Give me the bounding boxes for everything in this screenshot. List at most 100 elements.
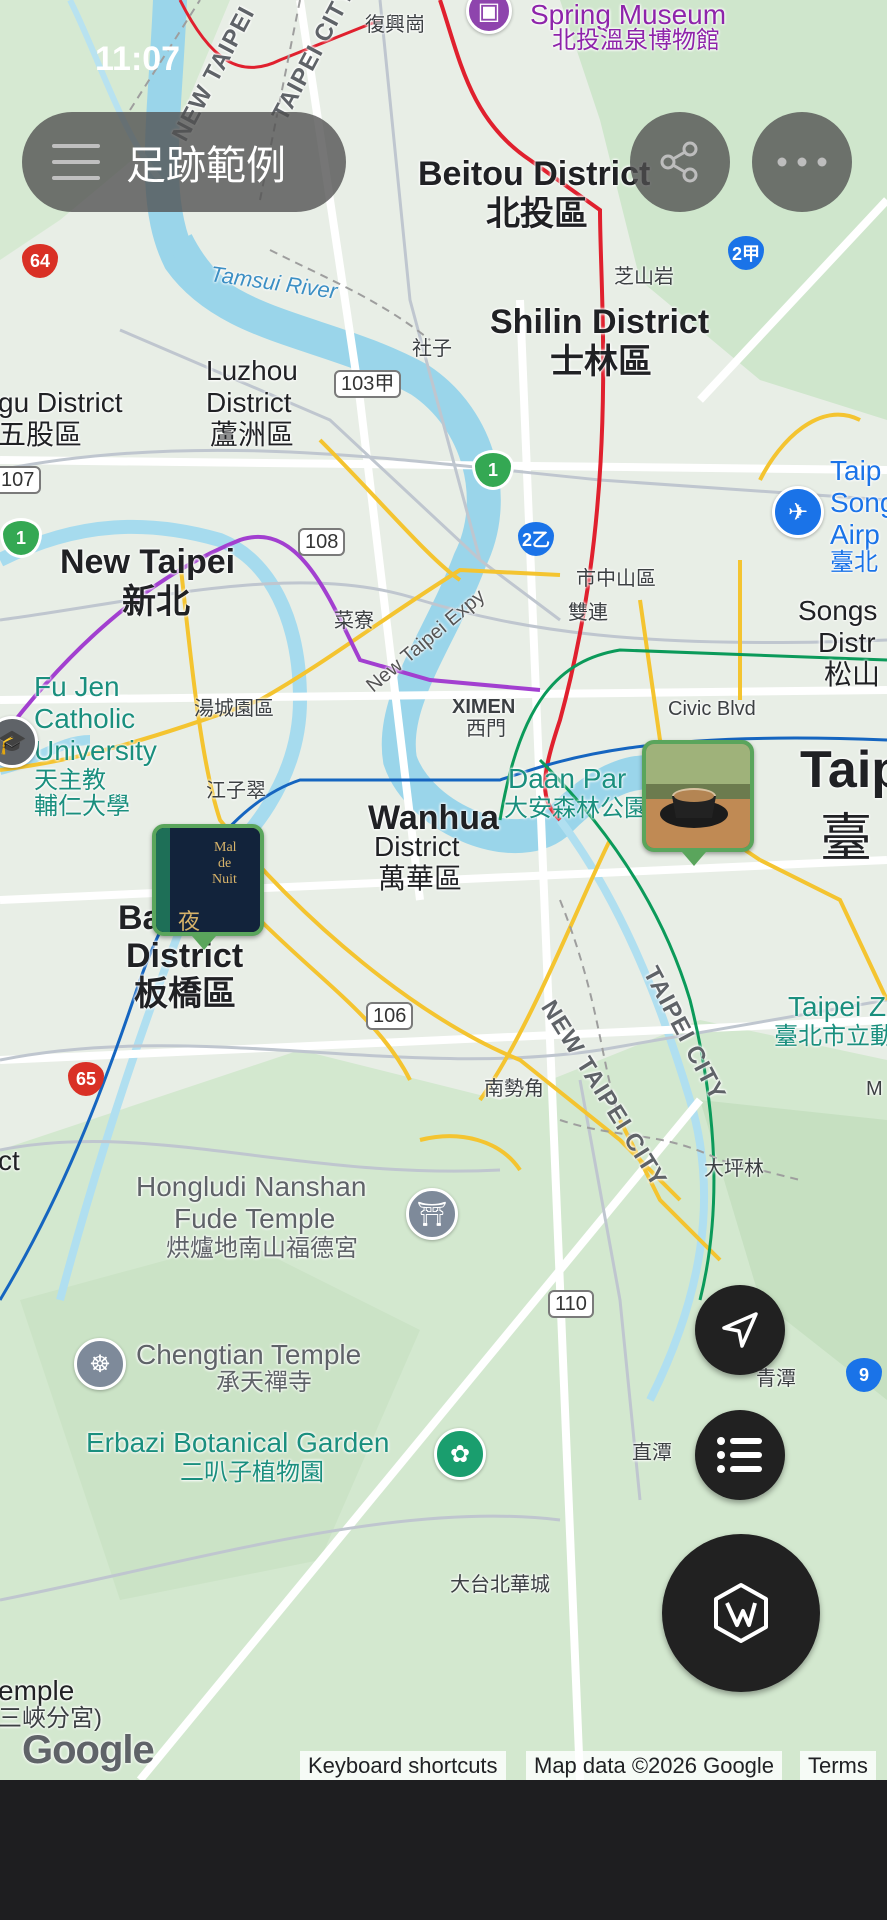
fujen-zh1-label: 天主教: [34, 767, 106, 794]
songshan-en2-label: Distr: [818, 627, 876, 658]
civic-blvd-label: Civic Blvd: [668, 698, 756, 720]
taipei-zh-label: 臺: [820, 810, 873, 868]
erbazi-zh-label: 二叭子植物園: [180, 1459, 324, 1486]
banqiao-zh-label: 板橋區: [134, 975, 236, 1013]
wugu-district-label: gu District: [0, 387, 123, 418]
locate-button[interactable]: [695, 1285, 785, 1375]
beitou-district-zh-label: 北投區: [486, 195, 588, 233]
airport-en3-label: Airp: [830, 519, 880, 550]
songshan-zh-label: 松山: [824, 659, 881, 690]
shezi-label: 社子: [412, 338, 452, 360]
airport-zh-label: 臺北: [830, 549, 878, 576]
coffee-photo-pin[interactable]: [642, 740, 754, 852]
dharma-wheel-icon[interactable]: ☸: [74, 1338, 126, 1390]
route-2b-shield: 2乙: [518, 522, 554, 556]
botanical-garden-icon[interactable]: ✿: [434, 1428, 486, 1480]
fujen-en3-label: University: [34, 735, 157, 766]
more-button[interactable]: [752, 112, 852, 212]
zhongshan-label: 市中山區: [576, 568, 656, 590]
luzhou-zh-label: 蘆洲區: [210, 419, 295, 450]
book-pin-tail: [192, 936, 216, 950]
daan-park-zh-label: 大安森林公園: [504, 795, 648, 822]
book-spine: [156, 828, 170, 932]
wanhua-zh-label: 萬華區: [378, 863, 463, 894]
taipei-zoo-label: Taipei Z: [788, 991, 887, 1022]
ct-label: ct: [0, 1145, 20, 1176]
wanhua-district-label: District: [374, 831, 460, 862]
qingtan-label: 青潭: [756, 1368, 796, 1390]
navigation-arrow-icon: [722, 1312, 758, 1348]
book-zh-title: 夜: [178, 909, 201, 934]
status-time: 11:07: [95, 40, 181, 78]
honglu-en2-label: Fude Temple: [174, 1203, 336, 1234]
daan-park-label: Daan Par: [508, 763, 627, 794]
route-103-shield: 103甲: [334, 370, 402, 398]
map-data-label: Map data ©2026 Google: [526, 1751, 783, 1780]
page-title: 足跡範例: [126, 144, 286, 188]
honglu-zh-label: 烘爐地南山福德宮: [166, 1235, 358, 1262]
title-pill[interactable]: 足跡範例: [22, 112, 346, 212]
honglu-en1-label: Hongludi Nanshan: [136, 1171, 367, 1202]
airport-icon[interactable]: ✈: [772, 486, 824, 538]
spring-museum-label: Spring Museum: [530, 0, 727, 30]
temple-icon[interactable]: ⛩: [406, 1188, 458, 1240]
shuanglian-label: 雙連: [568, 602, 608, 624]
jiangzicui-label: 江子翠: [206, 780, 266, 802]
taipei-label: Taip: [800, 741, 887, 799]
airport-en2-label: Song: [830, 487, 887, 518]
wugu-zh-label: 五股區: [0, 419, 83, 450]
terms-link[interactable]: Terms: [800, 1751, 876, 1780]
zhishanyan-label: 芝山岩: [614, 266, 674, 288]
luzhou-district-label: District: [206, 387, 292, 418]
app-logo-button[interactable]: [662, 1534, 820, 1692]
ximen-zh-label: 西門: [466, 718, 506, 740]
new-taipei-label: New Taipei: [60, 543, 236, 581]
dapinglin-label: 大坪林: [704, 1158, 764, 1180]
route-106-shield: 106: [366, 1002, 414, 1030]
luzhou-label: Luzhou: [206, 355, 298, 386]
keyboard-shortcuts-link[interactable]: Keyboard shortcuts: [300, 1751, 506, 1780]
map-view[interactable]: Spring Museum 北投溫泉博物館 ▣ 復興崗 NEW TAIPEI T…: [0, 0, 887, 1780]
book-title-1: Mal: [214, 840, 237, 855]
hamburger-menu-icon[interactable]: [52, 144, 100, 180]
fujen-en1-label: Fu Jen: [34, 671, 120, 702]
route-2a-shield: 2甲: [728, 236, 764, 270]
google-logo: Google: [22, 1728, 155, 1772]
songshan-en1-label: Songs: [798, 595, 878, 626]
ximen-label: XIMEN: [452, 696, 516, 718]
coffee-pin-tail: [682, 852, 706, 866]
coffee-photo: [646, 744, 750, 848]
chengtian-zh-label: 承天禪寺: [216, 1369, 312, 1396]
book-title-3: Nuit: [212, 872, 237, 887]
book-cover: [156, 828, 260, 932]
m-label: M: [866, 1078, 883, 1100]
list-button[interactable]: [695, 1410, 785, 1500]
share-button[interactable]: [630, 112, 730, 212]
tangcheng-label: 湯城園區: [194, 698, 274, 720]
fujen-en2-label: Catholic: [34, 703, 136, 734]
app-logo-icon: [714, 1583, 768, 1643]
new-taipei-zh-label: 新北: [122, 583, 190, 621]
zhitan-label: 直潭: [632, 1442, 672, 1464]
bottom-system-bar: [0, 1780, 887, 1920]
banqiao-district-label: District: [126, 937, 244, 975]
erbazi-label: Erbazi Botanical Garden: [86, 1427, 390, 1458]
book-title-2: de: [218, 856, 232, 871]
dataibei-label: 大台北華城: [450, 1574, 550, 1596]
cailiao-label: 菜寮: [334, 610, 374, 632]
shilin-district-zh-label: 士林區: [550, 343, 652, 381]
route-107-shield: 107: [0, 466, 42, 494]
shilin-district-label: Shilin District: [490, 303, 710, 341]
fuxinggang-label: 復興崗: [365, 14, 425, 36]
list-icon: [717, 1437, 762, 1473]
taipei-zoo-zh-label: 臺北市立動: [774, 1023, 887, 1050]
spring-museum-zh-label: 北投溫泉博物館: [552, 27, 720, 54]
more-horizontal-icon: [777, 157, 827, 167]
book-photo-pin[interactable]: Mal de Nuit 夜: [152, 824, 264, 936]
airport-en1-label: Taip: [830, 455, 882, 486]
fujen-zh2-label: 輔仁大學: [34, 793, 130, 820]
route-108-shield: 108: [298, 528, 346, 556]
route-110-shield: 110: [548, 1290, 594, 1318]
share-icon: [660, 141, 698, 183]
beitou-district-label: Beitou District: [418, 155, 651, 193]
